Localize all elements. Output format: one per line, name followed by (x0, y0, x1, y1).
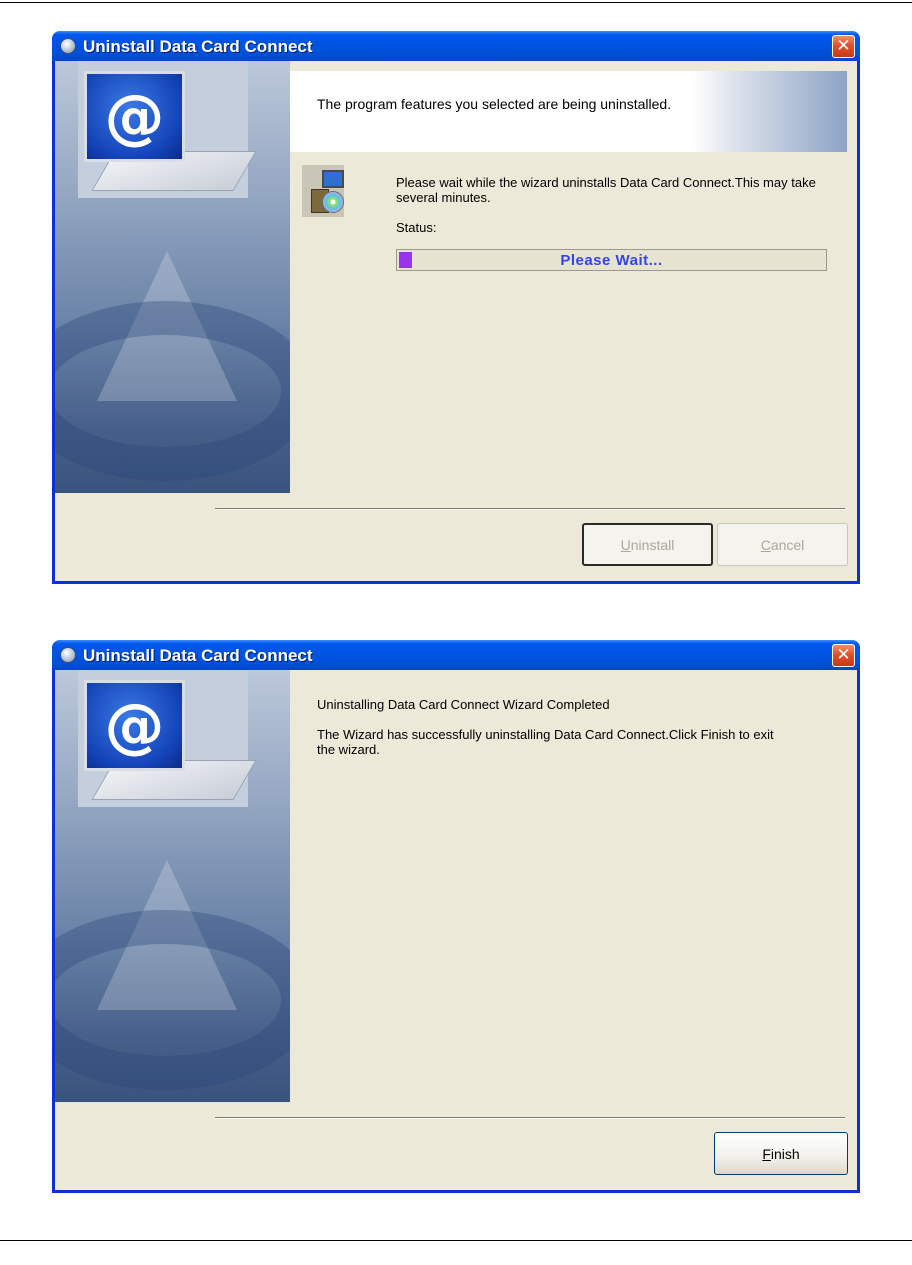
installer-monitor-icon (322, 170, 344, 188)
separator-highlight (215, 1118, 845, 1119)
uninstall-progress-window: Uninstall Data Card Connect ✕ @ The prog… (52, 31, 860, 584)
header-text: The program features you selected are be… (317, 96, 672, 112)
content-area: Uninstalling Data Card Connect Wizard Co… (290, 670, 857, 1102)
laptop-at-icon: @ (104, 81, 165, 152)
app-icon (60, 647, 76, 663)
window-title: Uninstall Data Card Connect (83, 646, 313, 665)
page-bottom-rule (0, 1240, 912, 1241)
wait-message: Please wait while the wizard uninstalls … (396, 175, 816, 205)
status-label: Status: (396, 220, 437, 235)
installer-icon (302, 165, 344, 217)
cancel-label: ancel (770, 536, 805, 553)
laptop-logo: @ (78, 670, 257, 807)
uninstall-accelerator: U (620, 536, 631, 553)
page-top-rule (0, 2, 912, 3)
side-banner: @ (55, 61, 290, 493)
laptop-at-icon: @ (104, 690, 165, 761)
title-bar[interactable]: Uninstall Data Card Connect ✕ (52, 31, 860, 61)
window-client-area: @ The program features you selected are … (55, 61, 857, 581)
installer-cd-icon (322, 191, 344, 213)
finish-label: inish (770, 1145, 800, 1162)
finish-button[interactable]: Finish (714, 1132, 848, 1175)
progress-text: Please Wait... (560, 251, 663, 269)
cancel-accelerator: C (760, 536, 771, 553)
decorative-swirl (55, 910, 290, 1090)
title-bar[interactable]: Uninstall Data Card Connect ✕ (52, 640, 860, 670)
window-client-area: @ Uninstalling Data Card Connect Wizard … (55, 670, 857, 1190)
separator-highlight (215, 509, 845, 510)
close-icon: ✕ (836, 36, 851, 56)
cancel-button[interactable]: Cancel (717, 523, 848, 566)
progress-bar: Please Wait... (396, 249, 827, 271)
close-button[interactable]: ✕ (832, 644, 855, 667)
header-band: The program features you selected are be… (290, 71, 847, 152)
app-icon (60, 38, 76, 54)
content-area: The program features you selected are be… (290, 61, 857, 493)
close-icon: ✕ (836, 645, 851, 665)
uninstall-button[interactable]: Uninstall (582, 523, 713, 566)
laptop-logo: @ (78, 61, 257, 198)
uninstall-label: ninstall (630, 536, 675, 553)
close-button[interactable]: ✕ (832, 35, 855, 58)
side-banner: @ (55, 670, 290, 1102)
completed-heading: Uninstalling Data Card Connect Wizard Co… (317, 697, 610, 712)
laptop-screen: @ (84, 680, 185, 771)
uninstall-complete-window: Uninstall Data Card Connect ✕ @ Uninstal… (52, 640, 860, 1193)
laptop-screen: @ (84, 71, 185, 162)
decorative-swirl (55, 301, 290, 481)
completed-message: The Wizard has successfully uninstalling… (317, 727, 774, 757)
window-title: Uninstall Data Card Connect (83, 37, 313, 56)
finish-accelerator: F (762, 1145, 771, 1162)
